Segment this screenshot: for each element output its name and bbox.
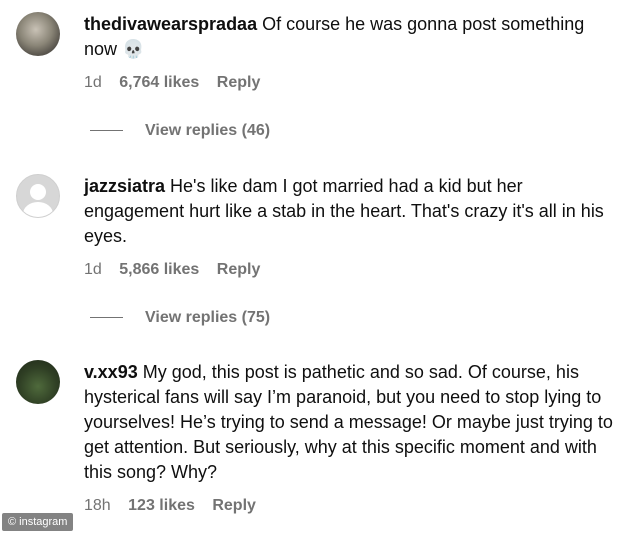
comment-meta: 18h 123 likes Reply — [84, 497, 269, 515]
comment-text: thedivawearspradaa Of course he was gonna… — [84, 12, 614, 62]
view-replies-button[interactable]: View replies (46) — [90, 122, 270, 140]
comment-username[interactable]: v.xx93 — [84, 362, 138, 382]
default-avatar-body-icon — [23, 202, 53, 217]
comment-body: My god, this post is pathetic and so sad… — [84, 362, 613, 482]
comment-likes[interactable]: 123 likes — [128, 497, 195, 514]
comment-likes[interactable]: 5,866 likes — [119, 261, 199, 278]
comment-meta: 1d 6,764 likes Reply — [84, 74, 273, 92]
avatar[interactable] — [16, 360, 60, 404]
comment-username[interactable]: jazzsiatra — [84, 176, 165, 196]
avatar[interactable] — [16, 174, 60, 218]
comment-time: 1d — [84, 74, 102, 91]
default-avatar-head-icon — [30, 184, 46, 200]
view-replies-label: View replies (75) — [145, 309, 271, 326]
reply-button[interactable]: Reply — [217, 74, 261, 91]
view-replies-button[interactable]: View replies (75) — [90, 309, 270, 327]
comment-likes[interactable]: 6,764 likes — [119, 74, 199, 91]
replies-divider — [90, 317, 123, 319]
reply-button[interactable]: Reply — [217, 261, 261, 278]
instagram-watermark: © instagram — [2, 513, 74, 531]
comment-text: jazzsiatra He's like dam I got married ha… — [84, 174, 614, 249]
replies-divider — [90, 130, 123, 132]
comment-username[interactable]: thedivawearspradaa — [84, 14, 257, 34]
comment-meta: 1d 5,866 likes Reply — [84, 261, 273, 279]
comment-time: 18h — [84, 497, 111, 514]
comment-time: 1d — [84, 261, 102, 278]
reply-button[interactable]: Reply — [212, 497, 256, 514]
view-replies-label: View replies (46) — [145, 122, 271, 139]
avatar[interactable] — [16, 12, 60, 56]
comment-text: v.xx93 My god, this post is pathetic and … — [84, 360, 614, 485]
